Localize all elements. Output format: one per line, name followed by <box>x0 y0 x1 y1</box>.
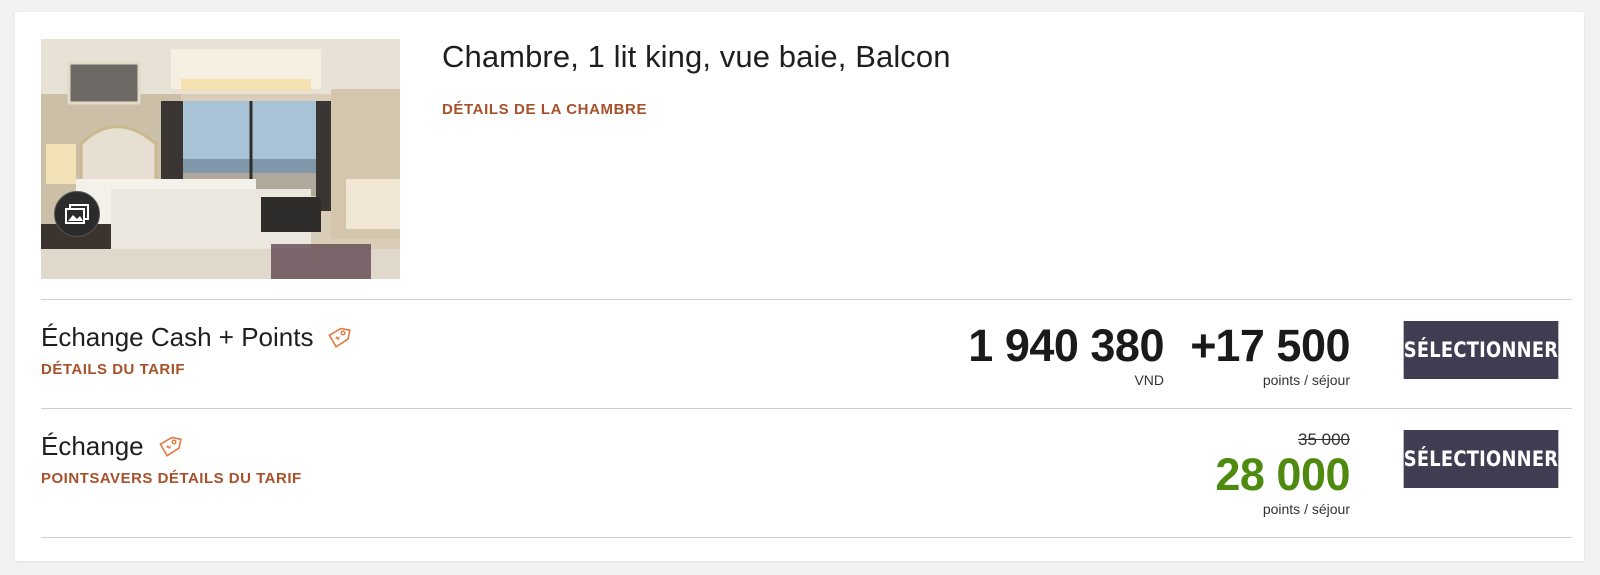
rate-row-redemption: Échange POINTSAVERS DÉTAILS DU TARIF 35 … <box>41 409 1572 519</box>
room-photo-image <box>41 39 400 279</box>
points-unit: points / séjour <box>1262 372 1350 388</box>
divider <box>41 537 1572 538</box>
plus-sign: + <box>1190 320 1216 371</box>
points-amount: 17 500 <box>1215 320 1350 371</box>
select-button[interactable]: SÉLECTIONNER <box>1403 430 1559 488</box>
rate-details-link[interactable]: DÉTAILS DU TARIF <box>41 361 185 378</box>
room-header: Chambre, 1 lit king, vue baie, Balcon DÉ… <box>41 39 1572 301</box>
original-points: 35 000 <box>1298 430 1350 449</box>
room-photo[interactable] <box>41 39 400 279</box>
rate-details-link[interactable]: POINTSAVERS DÉTAILS DU TARIF <box>41 470 302 487</box>
rate-name-label: Échange Cash + Points <box>41 322 314 352</box>
select-button[interactable]: SÉLECTIONNER <box>1403 321 1559 379</box>
rate-name-label: Échange <box>41 431 144 461</box>
gallery-icon <box>65 204 89 224</box>
photo-gallery-button[interactable] <box>54 191 100 237</box>
points-amount: 28 000 <box>1215 449 1350 500</box>
room-details-link[interactable]: DÉTAILS DE LA CHAMBRE <box>442 101 647 118</box>
room-title: Chambre, 1 lit king, vue baie, Balcon <box>442 39 951 74</box>
rate-tag-icon <box>158 436 182 457</box>
cash-unit: VND <box>1134 372 1164 388</box>
room-card: Chambre, 1 lit king, vue baie, Balcon DÉ… <box>15 12 1584 561</box>
rate-name: Échange <box>41 431 182 462</box>
rate-name: Échange Cash + Points <box>41 322 352 353</box>
rate-tag-icon <box>328 327 352 348</box>
points-unit: points / séjour <box>1262 501 1350 517</box>
rate-row-cash-points: Échange Cash + Points DÉTAILS DU TARIF 1… <box>41 300 1572 410</box>
cash-amount: 1 940 380 <box>968 320 1164 371</box>
